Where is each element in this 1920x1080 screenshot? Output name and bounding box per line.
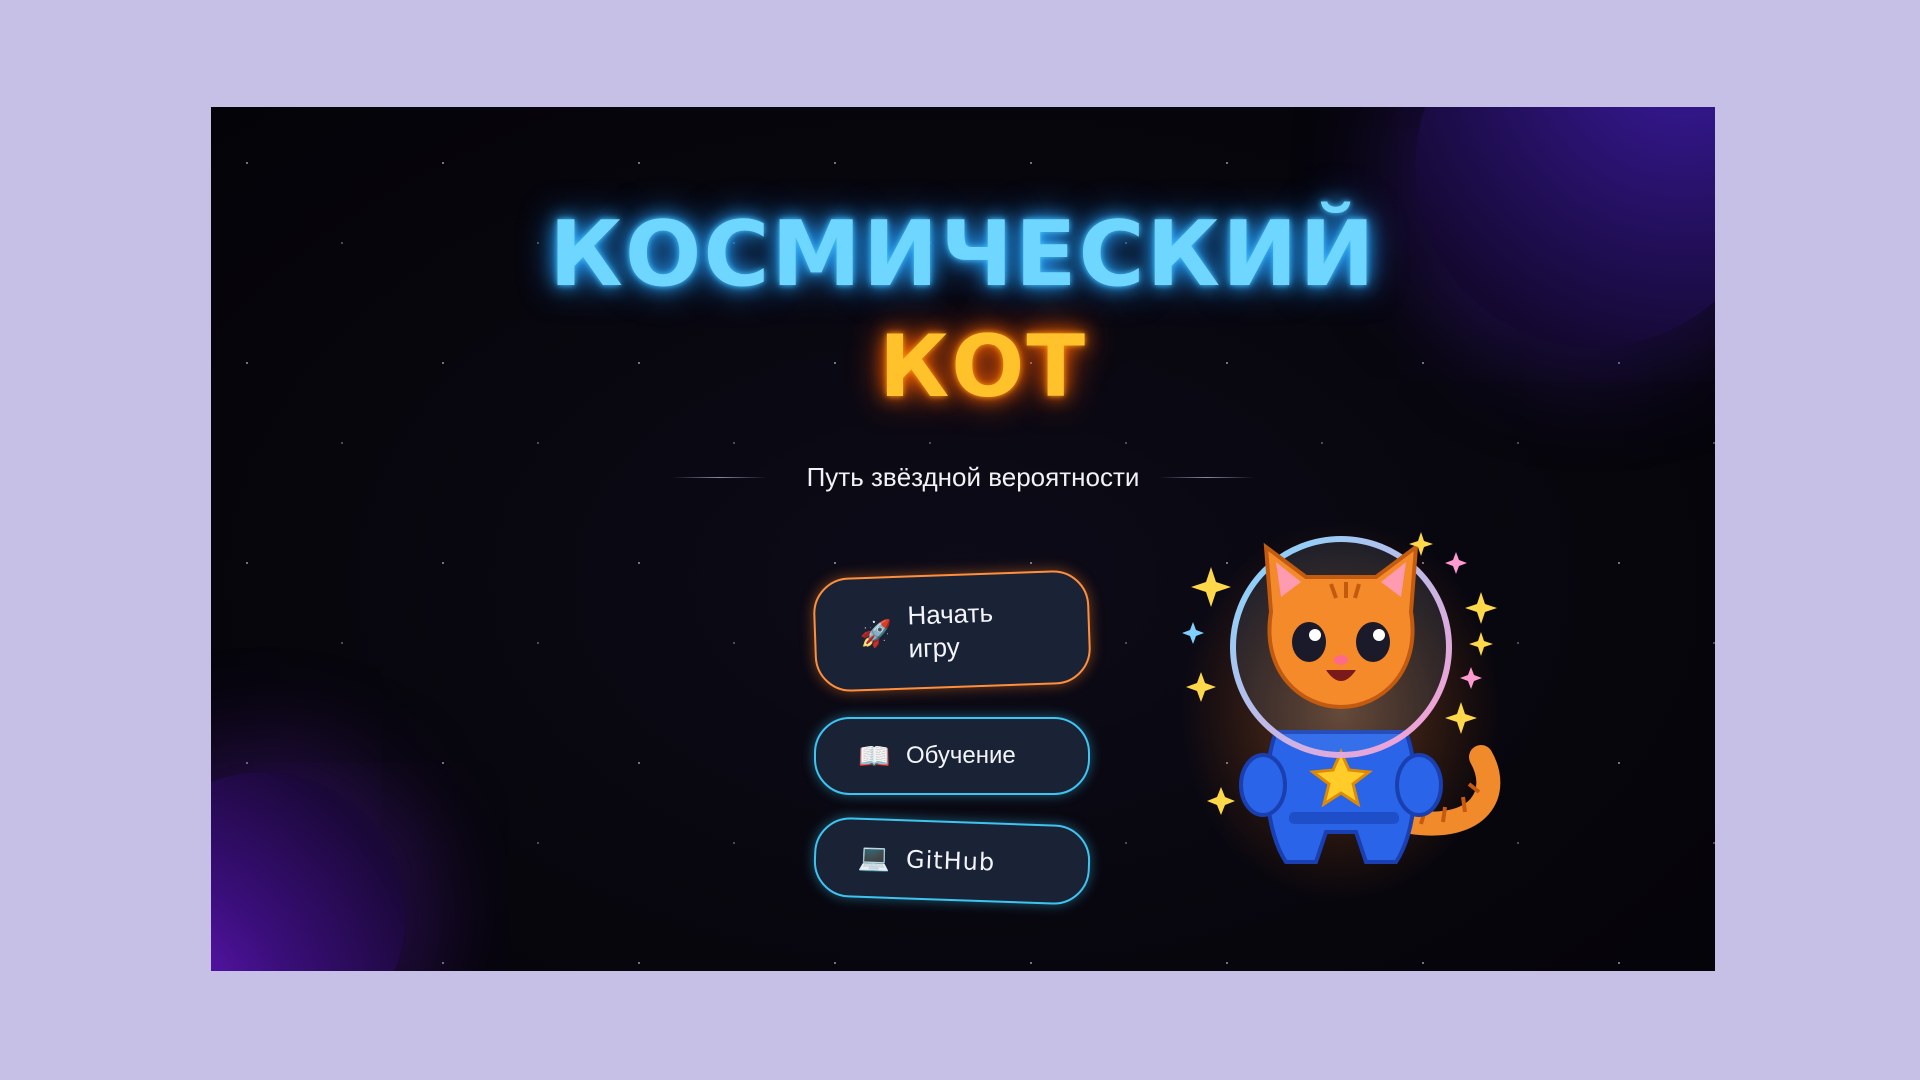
star	[341, 642, 343, 644]
start-game-label: Начать игру	[906, 597, 994, 664]
tutorial-label: Обучение	[906, 742, 1016, 769]
star	[1618, 962, 1620, 964]
star	[442, 562, 444, 564]
star	[1618, 562, 1620, 564]
tutorial-button[interactable]: 📖 Обучение	[814, 717, 1090, 795]
star	[638, 562, 640, 564]
star	[834, 962, 836, 964]
star	[834, 562, 836, 564]
star	[929, 442, 931, 444]
star	[733, 842, 735, 844]
star	[341, 442, 343, 444]
star	[537, 442, 539, 444]
star	[1226, 962, 1228, 964]
star	[442, 762, 444, 764]
star	[1226, 162, 1228, 164]
star	[638, 962, 640, 964]
star	[442, 962, 444, 964]
star	[246, 162, 248, 164]
star	[1125, 642, 1127, 644]
star	[246, 562, 248, 564]
laptop-icon: 💻	[857, 842, 892, 874]
star	[537, 642, 539, 644]
star	[1517, 642, 1519, 644]
star	[442, 162, 444, 164]
star	[1713, 642, 1715, 644]
star	[1422, 962, 1424, 964]
star	[638, 762, 640, 764]
start-game-button[interactable]: 🚀 Начать игру	[812, 569, 1092, 693]
star	[1030, 162, 1032, 164]
star	[1713, 442, 1715, 444]
star	[1618, 762, 1620, 764]
rocket-icon: 🚀	[859, 617, 893, 649]
subtitle-divider-right	[1159, 477, 1255, 478]
star	[1517, 842, 1519, 844]
game-title-line2: КОТ	[878, 317, 1088, 417]
star	[1517, 442, 1519, 444]
book-icon: 📖	[858, 740, 891, 771]
subtitle-divider-left	[671, 477, 767, 478]
star	[1125, 842, 1127, 844]
github-button[interactable]: 💻 GitHub	[812, 816, 1092, 906]
star	[733, 642, 735, 644]
game-window: КОСМИЧЕСКИЙ КОТ Путь звёздной вероятност…	[211, 107, 1715, 971]
star	[1125, 442, 1127, 444]
star	[638, 162, 640, 164]
star	[1321, 442, 1323, 444]
star	[1713, 842, 1715, 844]
star	[733, 442, 735, 444]
star	[246, 762, 248, 764]
game-title-line1: КОСМИЧЕСКИЙ	[549, 202, 1377, 307]
subtitle-row: Путь звёздной вероятности	[211, 462, 1715, 493]
astronaut-cat-illustration	[1181, 522, 1501, 902]
github-label: GitHub	[905, 845, 996, 877]
star	[1030, 562, 1032, 564]
subtitle: Путь звёздной вероятности	[806, 462, 1140, 492]
star	[834, 162, 836, 164]
star	[537, 842, 539, 844]
star	[1030, 962, 1032, 964]
